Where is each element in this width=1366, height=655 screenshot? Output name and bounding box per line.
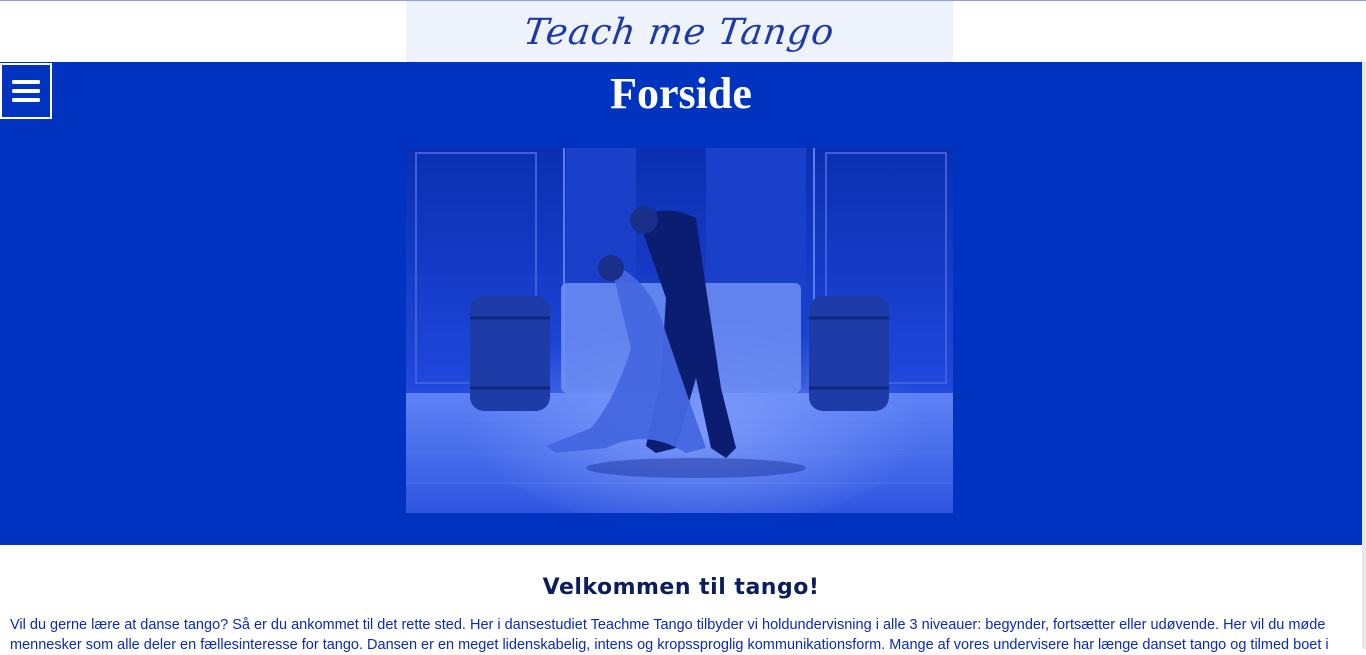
page-scrollbar[interactable]	[1362, 62, 1366, 649]
site-logo: Teach me Tango	[521, 11, 838, 53]
logo-link[interactable]: Teach me Tango	[406, 1, 953, 63]
welcome-heading: Velkommen til tango!	[542, 575, 820, 600]
tango-dancers-image	[406, 148, 953, 513]
main-content: Velkommen til tango! Vil du gerne lære a…	[0, 545, 1362, 653]
intro-paragraph: Vil du gerne lære at danse tango? Så er …	[10, 617, 1329, 653]
page-title: Forside	[610, 69, 752, 118]
site-header: Teach me Tango	[0, 0, 1366, 63]
